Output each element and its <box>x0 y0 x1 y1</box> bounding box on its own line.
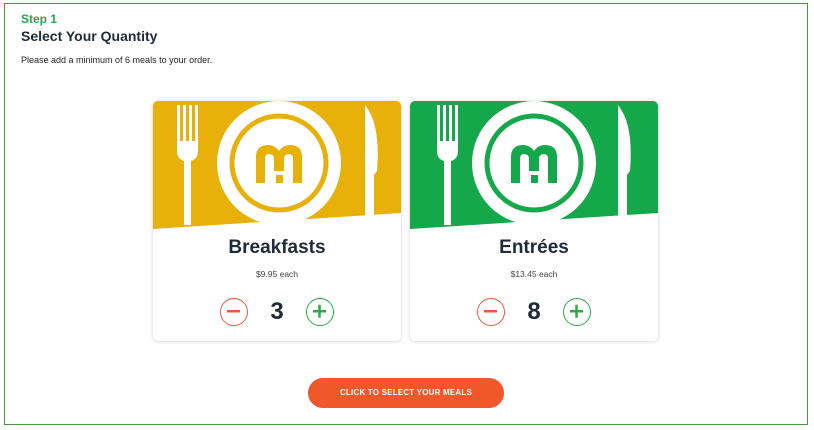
card-price: $9.95 each <box>255 269 299 279</box>
breakfast-card: Breakfasts $9.95 each 3 <box>153 101 401 341</box>
plus-icon <box>570 304 583 318</box>
card-title: Entrées <box>499 237 569 258</box>
plate-logo-icon <box>217 101 341 225</box>
page-title: Select Your Quantity <box>21 28 158 44</box>
increase-quantity-button[interactable] <box>563 298 591 326</box>
entree-banner <box>410 101 658 229</box>
plus-icon <box>313 304 326 318</box>
step-label: Step 1 <box>21 12 58 26</box>
entree-card: Entrées $13.45 each 8 <box>410 101 658 341</box>
quantity-value: 3 <box>270 298 284 325</box>
decrease-quantity-button[interactable] <box>477 298 505 326</box>
increase-quantity-button[interactable] <box>306 298 334 326</box>
minus-icon <box>227 310 240 313</box>
minus-icon <box>484 310 497 313</box>
instructions-text: Please add a minimum of 6 meals to your … <box>21 55 213 65</box>
breakfast-banner <box>153 101 401 229</box>
decrease-quantity-button[interactable] <box>220 298 248 326</box>
select-meals-button[interactable]: CLICK TO SELECT YOUR MEALS <box>308 378 504 408</box>
quantity-stepper: 3 <box>153 297 401 327</box>
meal-quantity-panel: Step 1 Select Your Quantity Please add a… <box>4 3 808 425</box>
card-price: $13.45 each <box>510 269 558 279</box>
quantity-stepper: 8 <box>410 297 658 327</box>
quantity-value: 8 <box>527 298 541 325</box>
plate-logo-icon <box>472 101 596 225</box>
card-title: Breakfasts <box>228 237 326 258</box>
